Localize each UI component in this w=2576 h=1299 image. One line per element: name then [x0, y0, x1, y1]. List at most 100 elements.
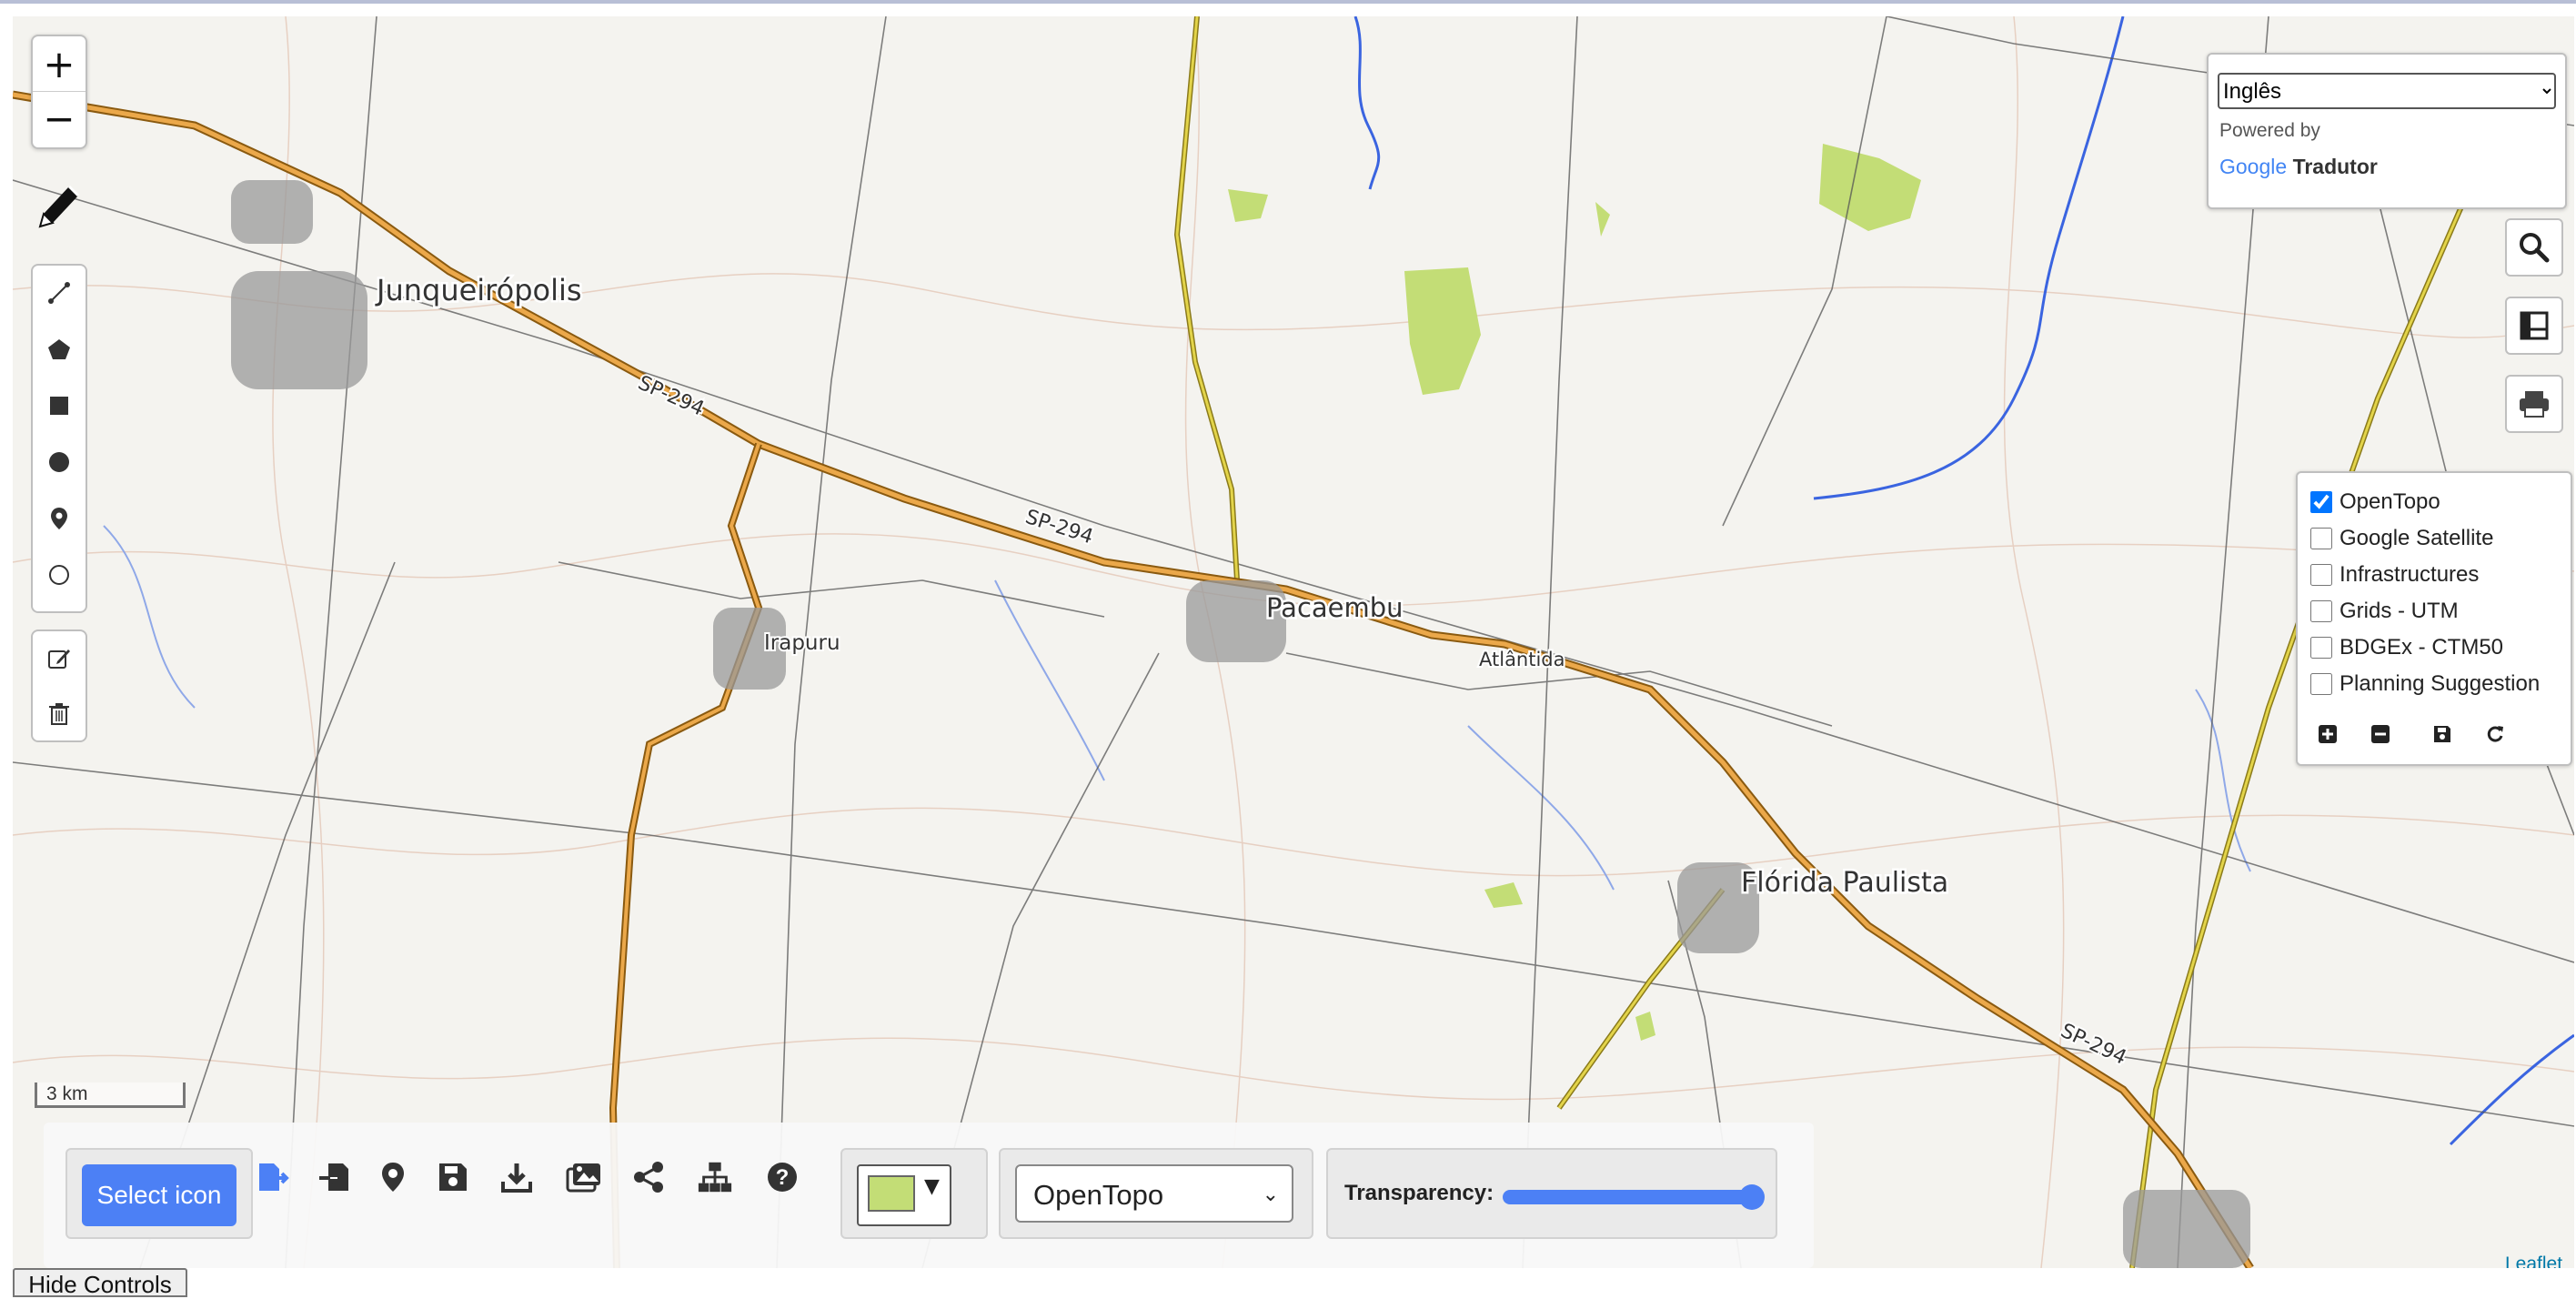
layer-checkbox-planning-suggestion[interactable]	[2310, 673, 2332, 695]
draw-toggle-button[interactable]	[33, 173, 86, 238]
draw-toolbar	[31, 264, 87, 613]
place-label-junqueiropolis: Junqueirópolis	[375, 273, 582, 307]
sitemap-icon	[698, 1162, 732, 1193]
powered-by-label: Powered by	[2219, 120, 2320, 141]
slider-thumb[interactable]	[1738, 1184, 1765, 1210]
dropdown-arrow-icon: ▼	[924, 1175, 940, 1198]
refresh-icon	[2487, 726, 2503, 742]
marker-icon	[51, 508, 67, 529]
layer-checkbox-grids-utm[interactable]	[2310, 600, 2332, 622]
search-button[interactable]	[2505, 218, 2563, 277]
polyline-icon	[48, 282, 70, 304]
sitemap-button[interactable]	[697, 1159, 733, 1195]
minus-square-icon	[2371, 725, 2390, 743]
save-icon	[439, 1163, 467, 1191]
rectangle-icon	[50, 397, 68, 415]
print-button[interactable]	[2505, 375, 2563, 433]
layer-row-bdgex-ctm50[interactable]: BDGEx - CTM50	[2310, 629, 2503, 666]
delete-layers-button[interactable]	[33, 686, 86, 740]
help-icon: ?	[768, 1163, 797, 1192]
zoom-control: + −	[31, 35, 87, 149]
edit-icon	[48, 650, 70, 669]
zoom-out-button[interactable]: −	[33, 91, 86, 146]
add-marker-button[interactable]	[375, 1159, 411, 1195]
measure-button[interactable]	[2505, 297, 2563, 355]
layer-checkbox-google-satellite[interactable]	[2310, 528, 2332, 549]
place-label-florida-paulista: Flórida Paulista	[1741, 867, 1948, 899]
language-select[interactable]: Inglês	[2218, 73, 2556, 109]
google-translate-logo[interactable]: Google Tradutor	[2219, 155, 2378, 179]
zoom-in-button[interactable]: +	[33, 36, 86, 92]
share-icon	[634, 1162, 663, 1193]
bottom-control-bar: Select icon ? ▼ OpenTopo ⌄ Transparency:	[44, 1123, 1814, 1268]
tradutor-label: Tradutor	[2292, 155, 2378, 178]
ruler-icon	[2520, 311, 2549, 340]
transparency-label: Transparency:	[1344, 1181, 1494, 1205]
edit-layers-button[interactable]	[33, 631, 86, 686]
trash-icon	[49, 703, 69, 725]
topographic-map: Junqueirópolis Irapuru Pacaembu Atlântid…	[13, 16, 2574, 1268]
circle-tool[interactable]	[33, 435, 86, 489]
location-pin-icon	[382, 1163, 404, 1192]
place-label-irapuru: Irapuru	[764, 631, 840, 655]
pencil-icon	[38, 185, 80, 228]
map-canvas[interactable]: Junqueirópolis Irapuru Pacaembu Atlântid…	[13, 16, 2574, 1268]
fill-color-picker[interactable]: ▼	[857, 1164, 951, 1226]
expand-all-button[interactable]	[2314, 720, 2341, 748]
circle-icon	[49, 452, 69, 472]
layer-row-opentopo[interactable]: OpenTopo	[2310, 484, 2440, 520]
place-label-pacaembu: Pacaembu	[1266, 592, 1404, 623]
reset-layers-button[interactable]	[2481, 720, 2509, 748]
print-icon	[2520, 391, 2549, 418]
download-icon	[501, 1163, 532, 1193]
layer-row-planning-suggestion[interactable]: Planning Suggestion	[2310, 666, 2540, 702]
basemap-select[interactable]: OpenTopo ⌄	[1015, 1164, 1293, 1223]
layer-checkbox-infrastructures[interactable]	[2310, 564, 2332, 586]
layer-checkbox-opentopo[interactable]	[2310, 491, 2332, 513]
layer-row-infrastructures[interactable]: Infrastructures	[2310, 557, 2479, 593]
google-logo-text: Google	[2219, 155, 2288, 178]
collapse-all-button[interactable]	[2367, 720, 2394, 748]
place-label-atlantida: Atlântida	[1479, 649, 1565, 670]
search-icon	[2520, 233, 2550, 263]
basemap-selected-value: OpenTopo	[1033, 1179, 1164, 1211]
basemap-group: OpenTopo ⌄	[999, 1148, 1313, 1239]
save-icon	[2434, 726, 2450, 742]
help-button[interactable]: ?	[764, 1159, 800, 1195]
transparency-group: Transparency:	[1326, 1148, 1777, 1239]
icon-actions-group: Select icon	[65, 1148, 253, 1239]
circlemarker-icon	[49, 565, 69, 585]
leaflet-attribution-link[interactable]: Leaflet	[2505, 1254, 2562, 1268]
polygon-icon	[48, 339, 70, 359]
color-swatch	[868, 1175, 915, 1212]
layer-row-google-satellite[interactable]: Google Satellite	[2310, 520, 2493, 557]
download-button[interactable]	[498, 1159, 535, 1195]
layer-label: Google Satellite	[2340, 526, 2494, 550]
marker-tool[interactable]	[33, 491, 86, 546]
layer-checkbox-bdgex-ctm50[interactable]	[2310, 637, 2332, 659]
save-button[interactable]	[435, 1159, 471, 1195]
plus-square-icon	[2319, 725, 2337, 743]
layer-label: OpenTopo	[2340, 489, 2440, 514]
transparency-slider[interactable]	[1503, 1184, 1765, 1210]
chevron-down-icon: ⌄	[1262, 1183, 1279, 1206]
scale-bar: 3 km	[35, 1082, 186, 1108]
select-icon-button[interactable]: Select icon	[82, 1164, 236, 1226]
images-icon	[566, 1163, 600, 1193]
polygon-tool[interactable]	[33, 322, 86, 377]
save-layers-button[interactable]	[2429, 720, 2456, 748]
color-group: ▼	[840, 1148, 988, 1239]
layer-label: Planning Suggestion	[2340, 671, 2541, 696]
import-icon	[319, 1163, 348, 1191]
import-button[interactable]	[317, 1159, 353, 1195]
hide-controls-button[interactable]: Hide Controls	[13, 1268, 187, 1298]
layer-control: OpenTopo Google Satellite Infrastructure…	[2296, 471, 2572, 766]
export-button[interactable]	[255, 1159, 291, 1195]
polyline-tool[interactable]	[33, 266, 86, 320]
layer-row-grids-utm[interactable]: Grids - UTM	[2310, 593, 2459, 629]
rectangle-tool[interactable]	[33, 378, 86, 433]
circlemarker-tool[interactable]	[33, 548, 86, 602]
share-button[interactable]	[631, 1159, 668, 1195]
images-button[interactable]	[566, 1159, 602, 1195]
layer-label: Infrastructures	[2340, 562, 2480, 587]
